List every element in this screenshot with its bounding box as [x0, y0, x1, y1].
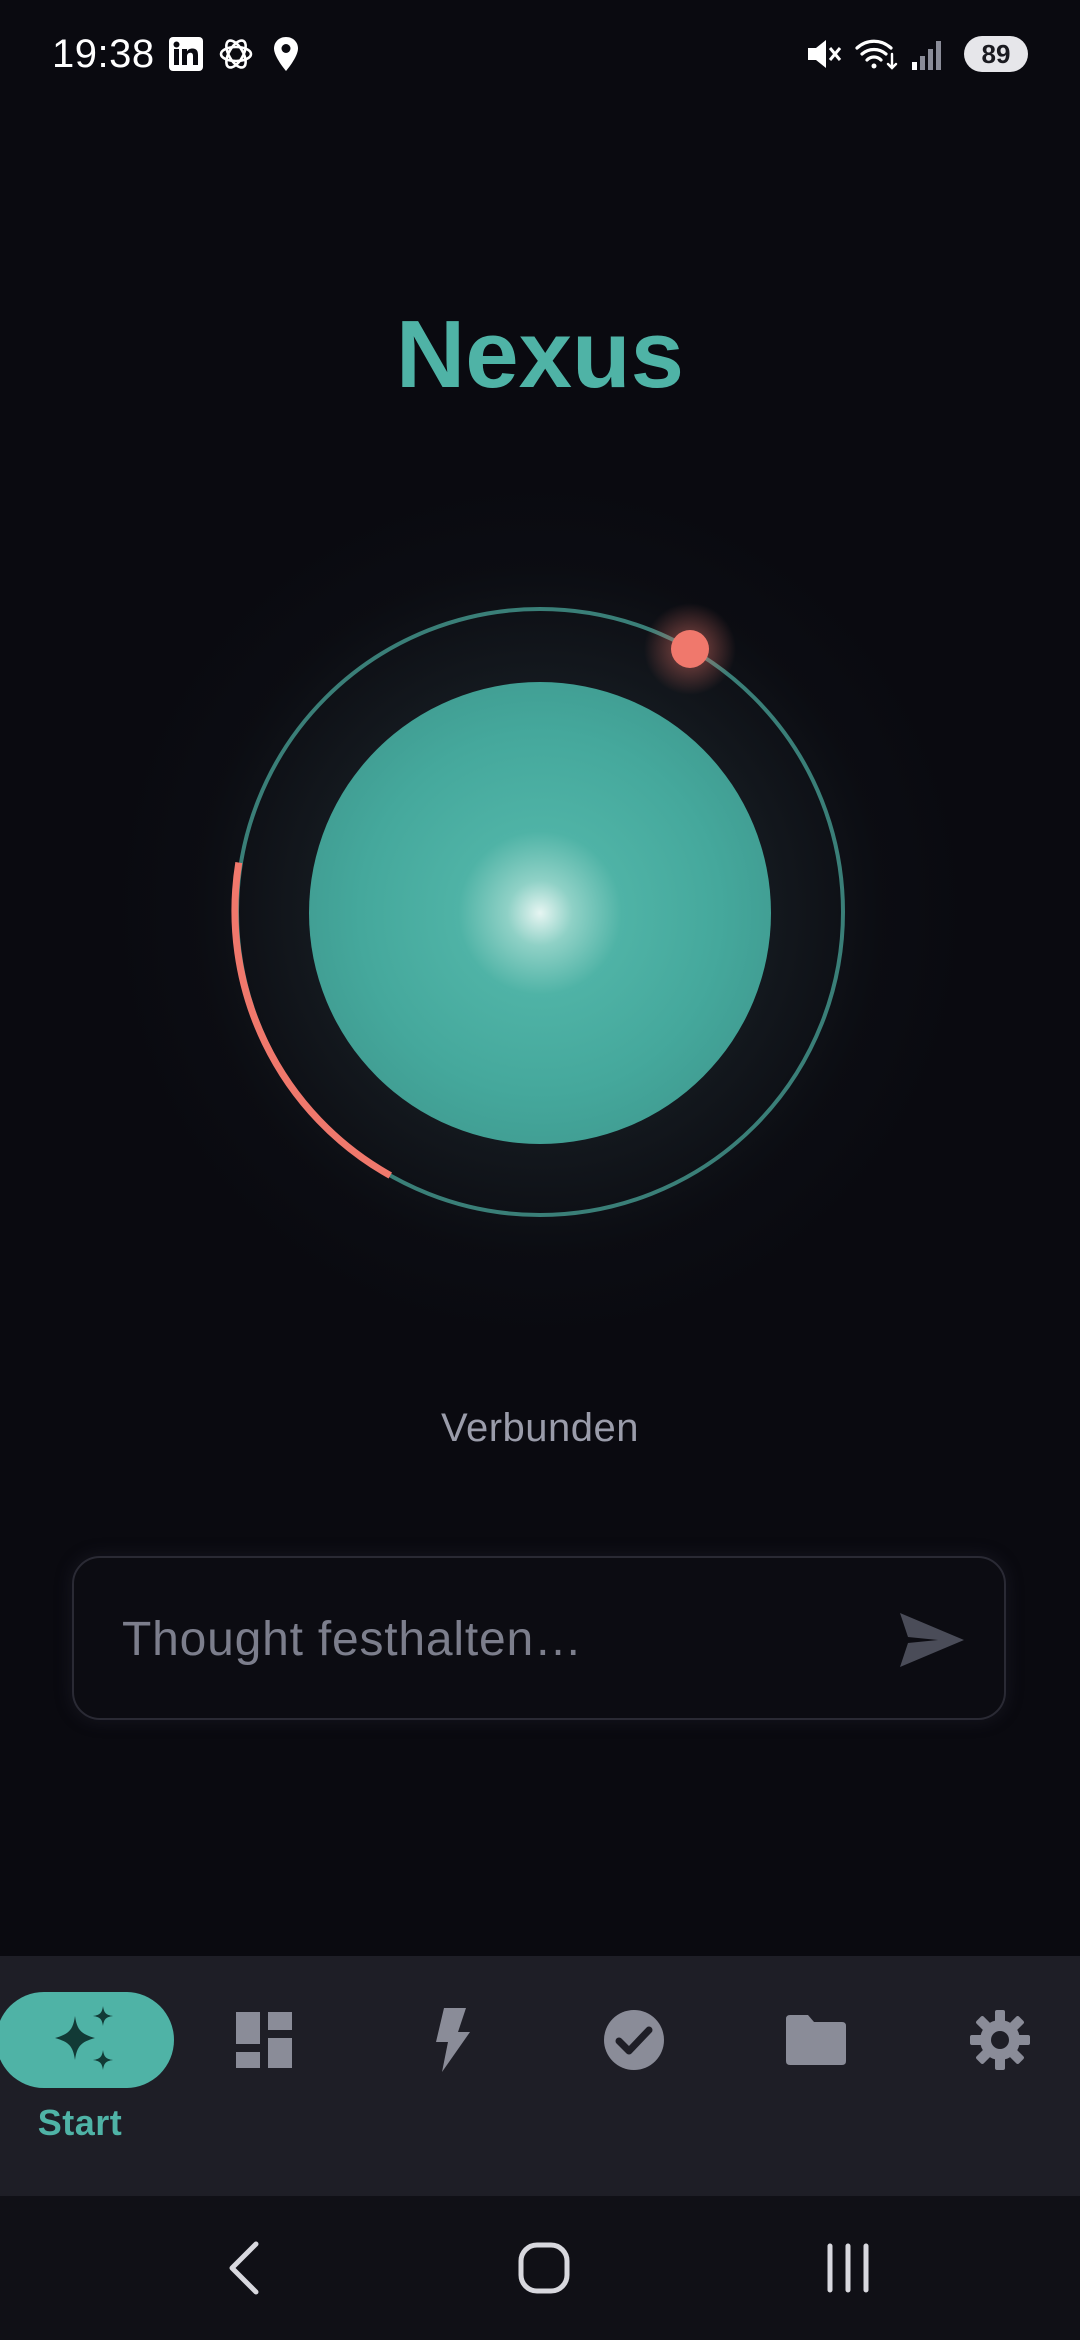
- thought-input[interactable]: [120, 1598, 884, 1680]
- battery-indicator: 89: [964, 36, 1028, 72]
- home-icon: [518, 2242, 570, 2294]
- signal-icon: [906, 32, 950, 76]
- connection-status: Verbunden: [440, 1406, 639, 1450]
- home-button[interactable]: [504, 2228, 584, 2308]
- sparkles-icon: [55, 2006, 113, 2070]
- nav-item-dashboard[interactable]: [184, 1956, 364, 2196]
- progress-arc: [231, 862, 393, 1179]
- folder-icon: [778, 2002, 854, 2078]
- bottom-navigation: Start: [0, 1956, 1080, 2196]
- location-pin-icon: [266, 34, 306, 74]
- wifi-icon: [854, 32, 898, 76]
- orbit-dot: [671, 630, 709, 668]
- status-time: 19:38: [52, 32, 155, 76]
- back-icon: [229, 2241, 259, 2295]
- recents-button[interactable]: [808, 2228, 888, 2308]
- send-button[interactable]: [896, 1608, 968, 1672]
- check-circle-icon: [596, 2002, 672, 2078]
- status-bar: 19:38 89: [0, 0, 1080, 110]
- nav-item-settings[interactable]: [928, 1956, 1080, 2196]
- nav-item-lightning[interactable]: [364, 1956, 544, 2196]
- app-title: Nexus: [395, 301, 685, 408]
- nav-item-tasks[interactable]: [556, 1956, 736, 2196]
- status-left-icons: [166, 34, 306, 74]
- nav-label-start: Start: [37, 2102, 123, 2143]
- orb-visualization[interactable]: [100, 470, 980, 1350]
- lightning-icon: [412, 2002, 488, 2078]
- settings-icon: [962, 2002, 1038, 2078]
- system-navigation-bar: [0, 2196, 1080, 2340]
- dashboard-icon: [226, 2002, 302, 2078]
- orbit-ring: [235, 607, 845, 1217]
- thought-input-container: [72, 1556, 1006, 1720]
- recents-icon: [827, 2243, 869, 2293]
- send-icon: [900, 1613, 964, 1667]
- orb-orbit: [231, 603, 845, 1217]
- openai-icon: [216, 34, 256, 74]
- mute-icon: [802, 32, 846, 76]
- status-right-icons: 89: [802, 30, 1028, 78]
- back-button[interactable]: [204, 2228, 284, 2308]
- nav-active-indicator: [0, 1992, 174, 2088]
- nav-item-files[interactable]: [740, 1956, 920, 2196]
- linkedin-icon: [166, 34, 206, 74]
- nav-item-start[interactable]: Start: [0, 1956, 180, 2196]
